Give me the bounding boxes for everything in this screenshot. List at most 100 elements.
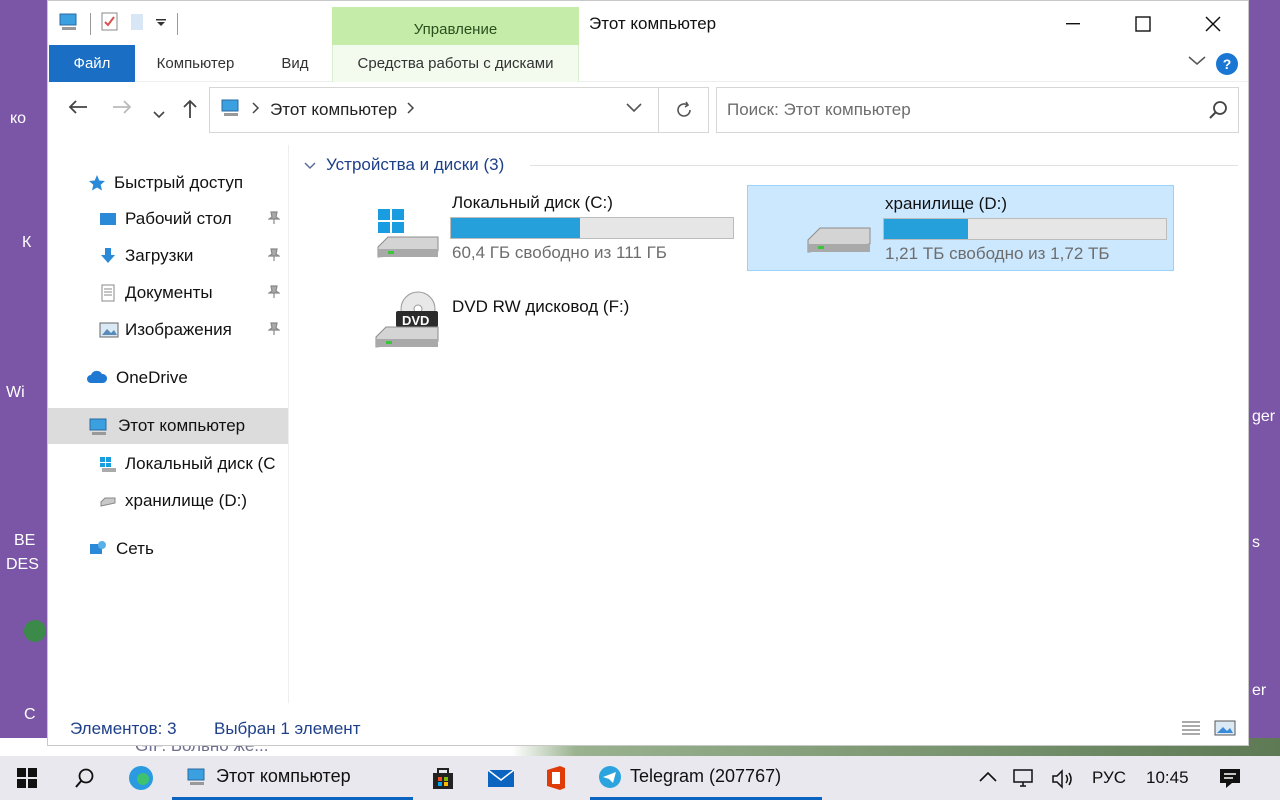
store-app[interactable] xyxy=(430,756,456,800)
volume-icon[interactable] xyxy=(1050,768,1076,795)
desktop-label: ger xyxy=(1252,408,1276,425)
pin-icon[interactable] xyxy=(267,211,281,228)
sidebar-item-label: Рабочий стол xyxy=(125,209,232,228)
documents-icon xyxy=(99,284,117,302)
show-hidden-icons-icon[interactable] xyxy=(978,768,998,788)
properties-icon[interactable] xyxy=(101,12,119,37)
tab-drive-tools[interactable]: Средства работы с дисками xyxy=(332,45,579,82)
title-bar: Управление Этот компьютер xyxy=(48,1,1248,45)
edge-app[interactable] xyxy=(128,756,154,800)
office-app[interactable] xyxy=(544,756,568,800)
address-history-icon[interactable] xyxy=(626,100,642,118)
sidebar-item-label: Документы xyxy=(125,283,213,302)
sidebar-item-pictures[interactable]: Изображения xyxy=(48,314,288,346)
breadcrumb-chevron-icon[interactable] xyxy=(252,101,260,119)
telegram-icon xyxy=(599,765,621,788)
desktop-label: К xyxy=(22,234,32,251)
group-header[interactable]: Устройства и диски (3) xyxy=(304,155,504,175)
search-box[interactable] xyxy=(716,87,1239,133)
sidebar-item-drive-c[interactable]: Локальный диск (C xyxy=(48,448,288,480)
network-icon xyxy=(88,540,108,558)
search-input[interactable] xyxy=(727,100,1197,120)
drive-usage-fill xyxy=(884,219,968,239)
desktop-app-icon[interactable] xyxy=(24,620,46,642)
expand-ribbon-icon[interactable] xyxy=(1188,53,1206,70)
start-button[interactable] xyxy=(16,756,38,800)
close-button[interactable] xyxy=(1178,5,1248,43)
taskbar: Этот компьютер Telegram (207767) РУС 10:… xyxy=(0,756,1280,800)
mail-app[interactable] xyxy=(487,756,515,800)
desktop-label: BE xyxy=(14,532,36,549)
sidebar-item-onedrive[interactable]: OneDrive xyxy=(48,362,288,394)
recent-locations-icon[interactable] xyxy=(153,103,165,124)
taskbar-explorer-label: Этот компьютер xyxy=(216,766,351,786)
details-view-icon[interactable] xyxy=(1180,719,1202,737)
drive-tile-c[interactable]: Локальный диск (C:) 60,4 ГБ свободно из … xyxy=(370,185,740,271)
minimize-button[interactable] xyxy=(1038,5,1108,43)
computer-icon[interactable] xyxy=(58,12,80,37)
breadcrumb[interactable]: Этот компьютер xyxy=(270,100,397,120)
ribbon: Файл Компьютер Вид Средства работы с дис… xyxy=(48,45,1248,82)
tiles-view-icon[interactable] xyxy=(1214,719,1236,737)
sidebar-item-network[interactable]: Сеть xyxy=(48,533,288,565)
desktop-label: Wi xyxy=(6,384,25,401)
navigation-bar: Этот компьютер xyxy=(48,87,1248,135)
sidebar-item-label: Изображения xyxy=(125,320,232,339)
tab-manage[interactable]: Управление xyxy=(332,7,579,45)
sidebar-item-downloads[interactable]: Загрузки xyxy=(48,240,288,272)
tab-computer[interactable]: Компьютер xyxy=(143,45,248,82)
customize-toolbar-icon[interactable] xyxy=(155,15,167,33)
download-icon xyxy=(99,247,117,265)
sidebar-item-documents[interactable]: Документы xyxy=(48,277,288,309)
drive-name: DVD RW дисковод (F:) xyxy=(452,297,630,316)
sidebar-item-label: Сеть xyxy=(116,539,154,558)
refresh-icon xyxy=(676,101,691,117)
taskbar-telegram[interactable]: Telegram (207767) xyxy=(590,756,822,800)
tab-view[interactable]: Вид xyxy=(268,45,322,82)
new-folder-icon[interactable] xyxy=(129,12,145,37)
desktop-label: er xyxy=(1252,682,1267,699)
collapse-chevron-icon[interactable] xyxy=(304,155,316,175)
search-button[interactable] xyxy=(74,756,96,800)
content-pane: Устройства и диски (3) Локальный диск (C… xyxy=(290,145,1248,703)
notifications-icon[interactable] xyxy=(1218,766,1242,795)
office-icon xyxy=(547,766,565,790)
drive-free-space: 60,4 ГБ свободно из 111 ГБ xyxy=(452,243,667,262)
forward-arrow-icon[interactable] xyxy=(112,99,132,120)
drive-tile-f[interactable]: DVD DVD RW дисковод (F:) xyxy=(370,285,740,371)
taskbar-explorer[interactable]: Этот компьютер xyxy=(172,756,413,800)
sidebar-item-desktop[interactable]: Рабочий стол xyxy=(48,203,288,235)
back-arrow-icon[interactable] xyxy=(68,99,88,120)
cloud-icon xyxy=(86,369,108,387)
help-button[interactable]: ? xyxy=(1216,53,1238,75)
computer-icon xyxy=(220,98,242,123)
refresh-button[interactable] xyxy=(659,87,709,133)
tab-file[interactable]: Файл xyxy=(49,45,135,82)
search-icon[interactable] xyxy=(1208,100,1228,125)
edge-icon xyxy=(129,766,153,790)
computer-icon xyxy=(187,768,205,785)
sidebar-item-label: Этот компьютер xyxy=(118,416,246,435)
language-indicator[interactable]: РУС xyxy=(1092,768,1126,788)
address-bar[interactable]: Этот компьютер xyxy=(209,87,659,133)
sidebar-item-quick-access[interactable]: Быстрый доступ xyxy=(48,167,288,199)
breadcrumb-chevron-icon[interactable] xyxy=(407,101,415,119)
item-count: Элементов: 3 xyxy=(70,719,177,738)
sidebar-item-this-pc[interactable]: Этот компьютер xyxy=(48,408,288,444)
drive-tile-d[interactable]: хранилище (D:) 1,21 ТБ свободно из 1,72 … xyxy=(747,185,1174,271)
network-status-icon[interactable] xyxy=(1012,768,1038,795)
mail-icon xyxy=(487,769,515,787)
status-bar: Элементов: 3 Выбран 1 элемент xyxy=(48,713,1248,745)
search-icon xyxy=(75,768,94,788)
quick-access-toolbar xyxy=(58,9,178,39)
pin-icon[interactable] xyxy=(267,322,281,339)
group-title: Устройства и диски (3) xyxy=(326,155,505,174)
up-arrow-icon[interactable] xyxy=(182,99,198,124)
sidebar-item-drive-d[interactable]: хранилище (D:) xyxy=(48,485,288,517)
pin-icon[interactable] xyxy=(267,248,281,265)
pin-icon[interactable] xyxy=(267,285,281,302)
clock[interactable]: 10:45 xyxy=(1146,768,1189,788)
maximize-button[interactable] xyxy=(1108,5,1178,43)
desktop-label: s xyxy=(1252,534,1260,551)
windows-icon xyxy=(17,768,37,788)
